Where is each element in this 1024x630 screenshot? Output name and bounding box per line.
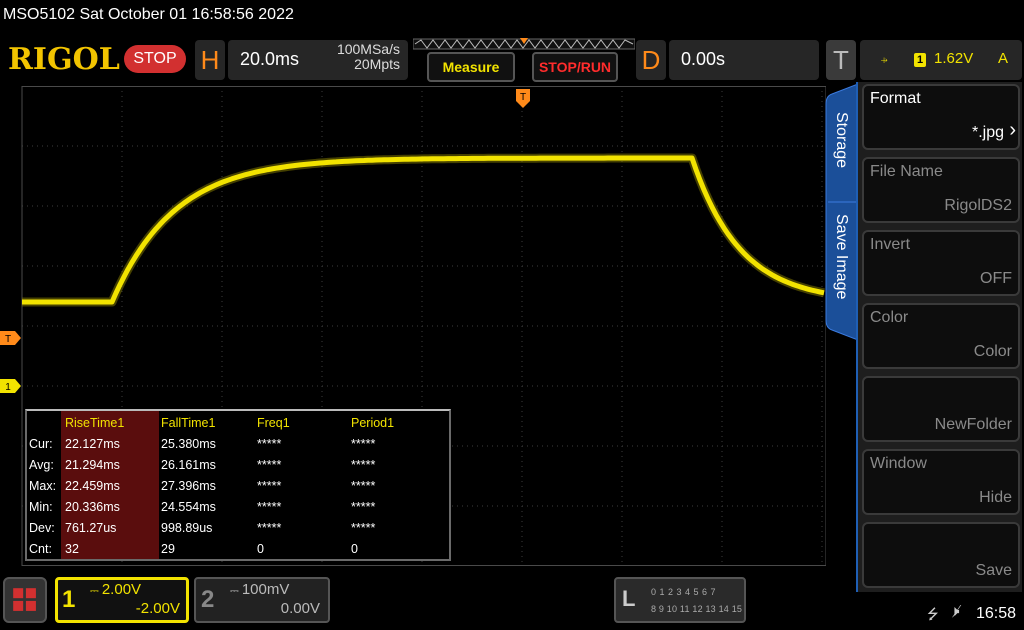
stop-run-button[interactable]: STOP/RUN xyxy=(532,52,618,82)
ch1-ground-marker: 1 xyxy=(0,379,21,393)
side-menu-item-window[interactable]: Window Hide xyxy=(862,449,1020,515)
logic-channels-row2: 8 9 10 11 12 13 14 15 xyxy=(651,604,743,614)
status-bar: MSO5102 Sat October 01 16:58:56 2022 xyxy=(0,0,1024,34)
measure-button[interactable]: Measure xyxy=(427,52,515,82)
rigol-logo: RIGOL xyxy=(8,42,120,77)
measurement-value: 998.89us xyxy=(161,521,213,535)
measurement-stat-label: Avg: xyxy=(29,458,54,472)
side-menu-item-title: Window xyxy=(870,455,927,472)
channel1-scale: ⎓ 2.00V xyxy=(90,581,142,598)
measurement-value: ***** xyxy=(351,437,376,451)
measurement-column-header[interactable]: Period1 xyxy=(351,413,394,433)
home-menu-icon[interactable] xyxy=(3,577,47,623)
measurement-value: 32 xyxy=(65,542,79,556)
horizontal-menu-letter[interactable]: H xyxy=(195,40,225,80)
rising-edge-icon: ⍆ xyxy=(880,51,889,67)
measurement-column-header[interactable]: RiseTime1 xyxy=(65,413,124,433)
channel2-number: 2 xyxy=(201,586,215,613)
measurement-stat-label: Cur: xyxy=(29,437,53,451)
measurement-value: 22.127ms xyxy=(65,437,120,451)
ch1-ground-label: 1 xyxy=(5,382,11,393)
measurement-value: 761.27us xyxy=(65,521,117,535)
measurement-stat-label: Dev: xyxy=(29,521,55,535)
measurement-stat-label: Cnt: xyxy=(29,542,52,556)
measurement-value: ***** xyxy=(351,458,376,472)
channel1-number: 1 xyxy=(62,586,76,613)
measurement-value: 27.396ms xyxy=(161,479,216,493)
side-menu-item-value: OFF xyxy=(980,270,1012,287)
measurement-value: 0 xyxy=(351,542,358,556)
side-menu-item-title: Invert xyxy=(870,236,911,253)
tab-save-image: Save Image xyxy=(833,214,850,299)
measurement-value: ***** xyxy=(257,458,282,472)
side-menu-item-value: Save xyxy=(975,562,1012,579)
instrument-title: MSO5102 Sat October 01 16:58:56 2022 xyxy=(3,6,294,23)
measurement-value: 20.336ms xyxy=(65,500,120,514)
measurement-value: 29 xyxy=(161,542,175,556)
side-menu-item-title: Color xyxy=(870,309,909,326)
side-menu-item-title: Format xyxy=(870,90,921,107)
side-menu-item-file-name[interactable]: File Name RigolDS2 xyxy=(862,157,1020,223)
side-menu-item-value: NewFolder xyxy=(934,416,1012,433)
logic-analyzer-letter: L xyxy=(622,586,636,611)
trigger-level-label: T xyxy=(5,334,11,345)
measurement-column-header[interactable]: FallTime1 xyxy=(161,413,215,433)
side-menu-item-newfolder[interactable]: NewFolder xyxy=(862,376,1020,442)
measurement-value: ***** xyxy=(257,500,282,514)
sample-rate: 100MSa/s xyxy=(336,41,400,57)
dc-coupling-icon: ⎓ xyxy=(90,585,102,597)
logic-channels-row1: 0 1 2 3 4 5 6 7 xyxy=(651,587,717,597)
system-clock: 16:58 xyxy=(976,605,1017,622)
measurement-stat-label: Max: xyxy=(29,479,57,493)
side-menu-item-value: *.jpg xyxy=(971,124,1004,141)
side-menu-item-title: File Name xyxy=(870,163,943,180)
side-menu-item-save[interactable]: Save xyxy=(862,522,1020,588)
measurement-value: 25.380ms xyxy=(161,437,216,451)
measurement-stat-label: Min: xyxy=(29,500,53,514)
trigger-menu-letter[interactable]: T xyxy=(826,40,856,80)
speaker-muted-icon[interactable]: 🕨̸ xyxy=(950,603,959,620)
trigger-source-badge: 1 xyxy=(914,53,926,67)
channel1-offset: -2.00V xyxy=(135,600,180,617)
measurement-value: ***** xyxy=(351,479,376,493)
chevron-right-icon: › xyxy=(1009,119,1016,141)
memory-depth: 20Mpts xyxy=(354,56,400,72)
measurement-value: ***** xyxy=(351,500,376,514)
side-menu-tabs[interactable]: Storage Save Image xyxy=(824,84,858,340)
measurement-value: ***** xyxy=(257,521,282,535)
measurement-value: 22.459ms xyxy=(65,479,120,493)
measurement-value: ***** xyxy=(257,479,282,493)
delay-value: 0.00s xyxy=(681,49,726,69)
run-state-badge[interactable]: STOP xyxy=(124,45,186,73)
measurement-value: 21.294ms xyxy=(65,458,120,472)
channel2-scale: ⎓ 100mV xyxy=(230,581,290,598)
delay-menu-letter[interactable]: D xyxy=(636,40,666,80)
measurement-value: 26.161ms xyxy=(161,458,216,472)
trigger-level: 1.62V xyxy=(934,50,974,67)
timebase-value: 20.0ms xyxy=(240,49,300,69)
trigger-sweep-mode: A xyxy=(998,50,1009,67)
memory-position-indicator xyxy=(413,38,635,50)
usb-icon: ⭍ xyxy=(927,606,939,622)
measurement-value: 0 xyxy=(257,542,264,556)
measurement-value: ***** xyxy=(351,521,376,535)
side-menu-item-invert[interactable]: Invert OFF xyxy=(862,230,1020,296)
measurement-value: ***** xyxy=(257,437,282,451)
channel2-offset: 0.00V xyxy=(280,600,320,617)
ch1-waveform-glow xyxy=(22,153,825,307)
side-menu-item-format[interactable]: Format *.jpg › xyxy=(862,84,1020,150)
trigger-position-label: T xyxy=(520,92,526,103)
tab-storage: Storage xyxy=(833,112,850,168)
measurement-column-header[interactable]: Freq1 xyxy=(257,413,290,433)
trigger-position-marker: T xyxy=(516,89,530,108)
measurement-value: 24.554ms xyxy=(161,500,216,514)
side-menu-item-value: RigolDS2 xyxy=(944,197,1012,214)
side-menu-item-color[interactable]: Color Color xyxy=(862,303,1020,369)
trigger-level-marker: T xyxy=(0,331,21,345)
side-menu-item-value: Color xyxy=(973,343,1012,360)
dc-coupling-icon: ⎓ xyxy=(230,585,242,597)
side-menu-item-value: Hide xyxy=(979,489,1012,506)
measurement-table[interactable]: RiseTime1 FallTime1 Freq1 Period1 Cur: 22.127… xyxy=(25,409,451,561)
